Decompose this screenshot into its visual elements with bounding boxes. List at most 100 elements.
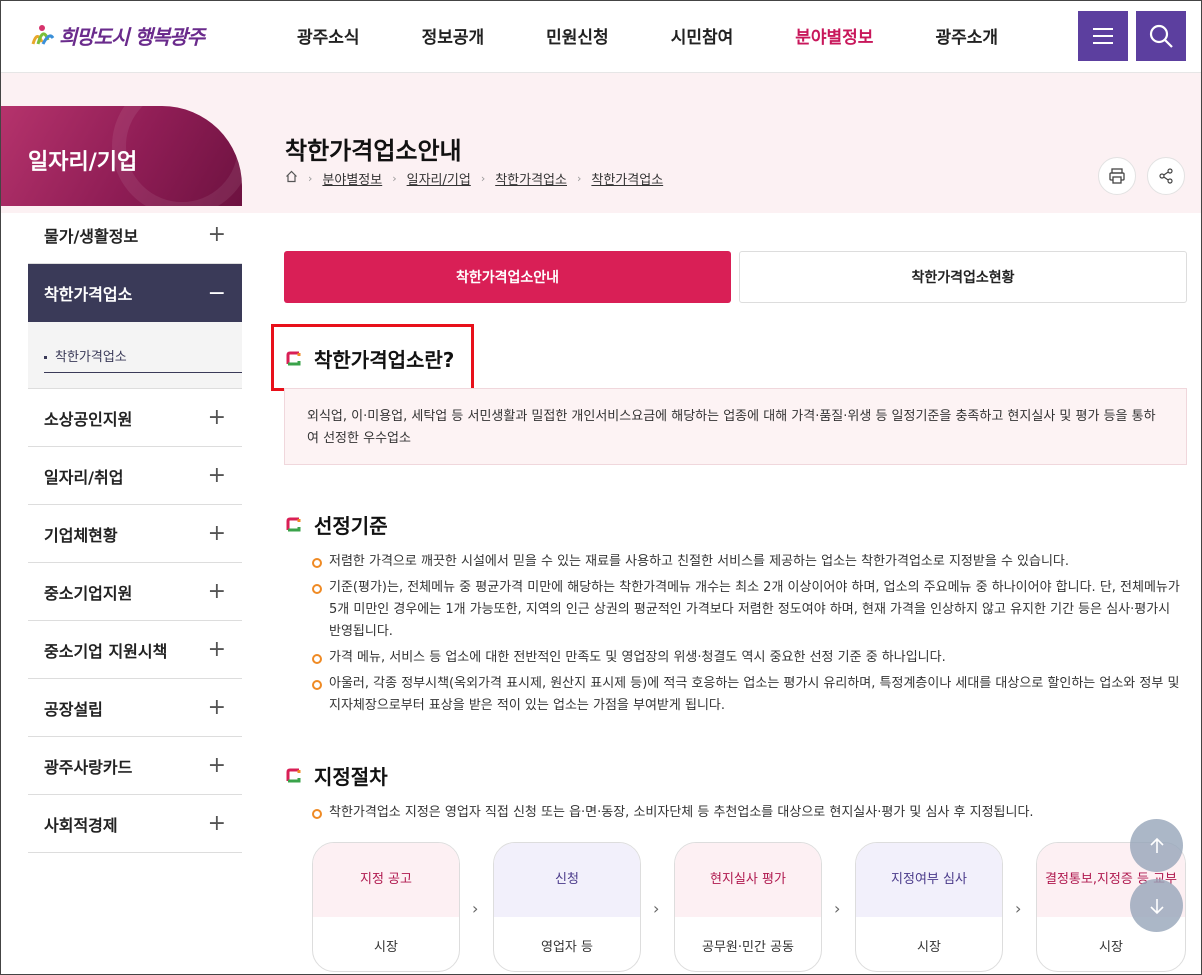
sidebar-subitem-label: 착한가격업소 xyxy=(55,350,127,365)
search-icon xyxy=(1149,24,1173,48)
section-bullet-icon xyxy=(286,351,301,366)
list-item: 가격 메뉴, 서비스 등 업소에 대한 전반적인 만족도 및 영업장의 위생·청… xyxy=(312,647,1182,669)
plus-icon: + xyxy=(207,637,226,662)
plus-icon: + xyxy=(207,222,226,247)
list-item: 착한가격업소 지정은 영업자 직접 신청 또는 읍·면·동장, 소비자단체 등 … xyxy=(312,802,1182,824)
plus-icon: + xyxy=(207,521,226,546)
sidebar-item-good-price[interactable]: 착한가격업소 − xyxy=(28,264,242,322)
nav-item-field-info[interactable]: 분야별정보 xyxy=(795,23,873,48)
process-step: 지정 공고 시장 xyxy=(312,842,460,972)
print-button[interactable] xyxy=(1098,157,1136,195)
sidebar-title: 일자리/기업 xyxy=(1,106,242,206)
process-step: 현지실사 평가 공무원·민간 공동 xyxy=(674,842,822,972)
section-heading-procedure: 지정절차 xyxy=(285,761,388,790)
nav-item-disclosure[interactable]: 정보공개 xyxy=(422,23,485,48)
process-step-actor: 시장 xyxy=(374,939,398,955)
chevron-right-icon: › xyxy=(472,899,479,918)
nav-item-news[interactable]: 광주소식 xyxy=(297,23,360,48)
sidebar-item-social-economy[interactable]: 사회적경제 + xyxy=(28,795,242,853)
plus-icon: + xyxy=(207,463,226,488)
plus-icon: + xyxy=(207,753,226,778)
plus-icon: + xyxy=(207,695,226,720)
sidebar-item-love-card[interactable]: 광주사랑카드 + xyxy=(28,737,242,795)
share-button[interactable] xyxy=(1147,157,1185,195)
scroll-top-button[interactable] xyxy=(1130,819,1183,872)
breadcrumb-link[interactable]: 분야별정보 xyxy=(322,169,382,188)
process-step: 지정여부 심사 시장 xyxy=(855,842,1003,972)
logo-emblem-icon xyxy=(29,22,55,50)
section-heading-criteria: 선정기준 xyxy=(285,510,388,539)
sidebar-item-label: 기업체현황 xyxy=(44,525,118,545)
process-step-title: 현지실사 평가 xyxy=(675,843,821,917)
process-step-title: 지정여부 심사 xyxy=(856,843,1002,917)
sidebar-item-sme-policy[interactable]: 중소기업 지원시책 + xyxy=(28,621,242,679)
bullet-dot-icon xyxy=(44,356,47,359)
sidebar-item-label: 중소기업지원 xyxy=(44,583,133,603)
breadcrumb-link[interactable]: 착한가격업소 xyxy=(495,169,567,188)
scroll-down-button[interactable] xyxy=(1130,879,1183,932)
menu-button[interactable] xyxy=(1078,11,1128,61)
chevron-right-icon: › xyxy=(653,899,660,918)
list-item: 기준(평가)는, 전체메뉴 중 평균가격 미만에 해당하는 착한가격메뉴 개수는… xyxy=(312,577,1182,643)
section-heading-definition: 착한가격업소란? xyxy=(285,344,454,373)
process-step-title: 신청 xyxy=(494,843,640,917)
plus-icon: + xyxy=(207,811,226,836)
tab-guide[interactable]: 착한가격업소안내 xyxy=(284,251,731,303)
chevron-right-icon: › xyxy=(834,899,841,918)
plus-icon: + xyxy=(207,405,226,430)
sidebar-subitem-good-price[interactable]: 착한가격업소 xyxy=(44,346,242,373)
breadcrumb-link[interactable]: 착한가격업소 xyxy=(591,169,663,188)
breadcrumb: › 분야별정보 › 일자리/기업 › 착한가격업소 › 착한가격업소 xyxy=(285,169,663,188)
process-step-actor: 시장 xyxy=(917,939,941,955)
section-bullet-icon xyxy=(286,517,301,532)
sidebar-title-text: 일자리/기업 xyxy=(28,150,138,175)
sidebar-item-label: 공장설립 xyxy=(44,699,103,719)
sidebar-item-label: 소상공인지원 xyxy=(44,409,133,429)
logo-text: 희망도시 행복광주 xyxy=(59,25,205,49)
list-item: 아울러, 각종 정부시책(옥외가격 표시제, 원산지 표시제 등)에 적극 호응… xyxy=(312,673,1182,717)
sidebar-item-factory[interactable]: 공장설립 + xyxy=(28,679,242,737)
nav-item-about[interactable]: 광주소개 xyxy=(935,23,998,48)
page-title: 착한가격업소안내 xyxy=(285,137,462,165)
sidebar-item-sme-support[interactable]: 중소기업지원 + xyxy=(28,563,242,621)
share-icon xyxy=(1159,168,1173,184)
site-header: 희망도시 행복광주 광주소식 정보공개 민원신청 시민참여 분야별정보 광주소개 xyxy=(1,1,1201,73)
section-heading-text: 착한가격업소란? xyxy=(314,348,455,372)
printer-icon xyxy=(1109,168,1125,184)
sidebar-item-label: 광주사랑카드 xyxy=(44,757,133,777)
chevron-right-icon: › xyxy=(392,172,397,185)
sidebar-item-companies[interactable]: 기업체현황 + xyxy=(28,505,242,563)
section-heading-text: 지정절차 xyxy=(314,765,388,789)
sidebar-item-prices[interactable]: 물가/생활정보 + xyxy=(28,206,242,264)
site-logo[interactable]: 희망도시 행복광주 xyxy=(29,21,205,50)
sidebar-item-label: 일자리/취업 xyxy=(44,467,124,487)
nav-item-participation[interactable]: 시민참여 xyxy=(671,23,734,48)
sidebar-item-label: 중소기업 지원시책 xyxy=(44,641,168,661)
section-bullet-icon xyxy=(286,768,301,783)
sidebar-item-jobs[interactable]: 일자리/취업 + xyxy=(28,447,242,505)
section-heading-text: 선정기준 xyxy=(314,514,388,538)
tab-status[interactable]: 착한가격업소현황 xyxy=(739,251,1187,303)
home-icon[interactable] xyxy=(285,170,298,187)
chevron-right-icon: › xyxy=(308,172,313,185)
sidebar-nav: 물가/생활정보 + 착한가격업소 − 착한가격업소 소상공인지원 + 일자리/취… xyxy=(28,206,242,853)
sidebar-submenu: 착한가격업소 xyxy=(28,322,242,389)
search-button[interactable] xyxy=(1136,11,1186,61)
sidebar-item-label: 사회적경제 xyxy=(44,815,118,835)
hamburger-icon xyxy=(1093,28,1113,44)
criteria-list: 저렴한 가격으로 깨끗한 시설에서 믿을 수 있는 재료를 사용하고 친절한 서… xyxy=(312,551,1182,721)
chevron-right-icon: › xyxy=(576,172,582,185)
chevron-right-icon: › xyxy=(1015,899,1022,918)
main-nav: 광주소식 정보공개 민원신청 시민참여 분야별정보 광주소개 xyxy=(297,23,1060,48)
chevron-right-icon: › xyxy=(480,172,486,185)
list-item: 저렴한 가격으로 깨끗한 시설에서 믿을 수 있는 재료를 사용하고 친절한 서… xyxy=(312,551,1182,573)
nav-item-civil-service[interactable]: 민원신청 xyxy=(546,23,609,48)
sidebar-item-small-business[interactable]: 소상공인지원 + xyxy=(28,389,242,447)
minus-icon: − xyxy=(207,280,226,306)
process-step-actor: 영업자 등 xyxy=(541,939,593,955)
procedure-list: 착한가격업소 지정은 영업자 직접 신청 또는 읍·면·동장, 소비자단체 등 … xyxy=(312,802,1182,828)
plus-icon: + xyxy=(207,579,226,604)
breadcrumb-link[interactable]: 일자리/기업 xyxy=(407,169,471,188)
process-step-actor: 공무원·민간 공동 xyxy=(702,939,794,955)
sidebar-item-label: 착한가격업소 xyxy=(44,285,133,304)
